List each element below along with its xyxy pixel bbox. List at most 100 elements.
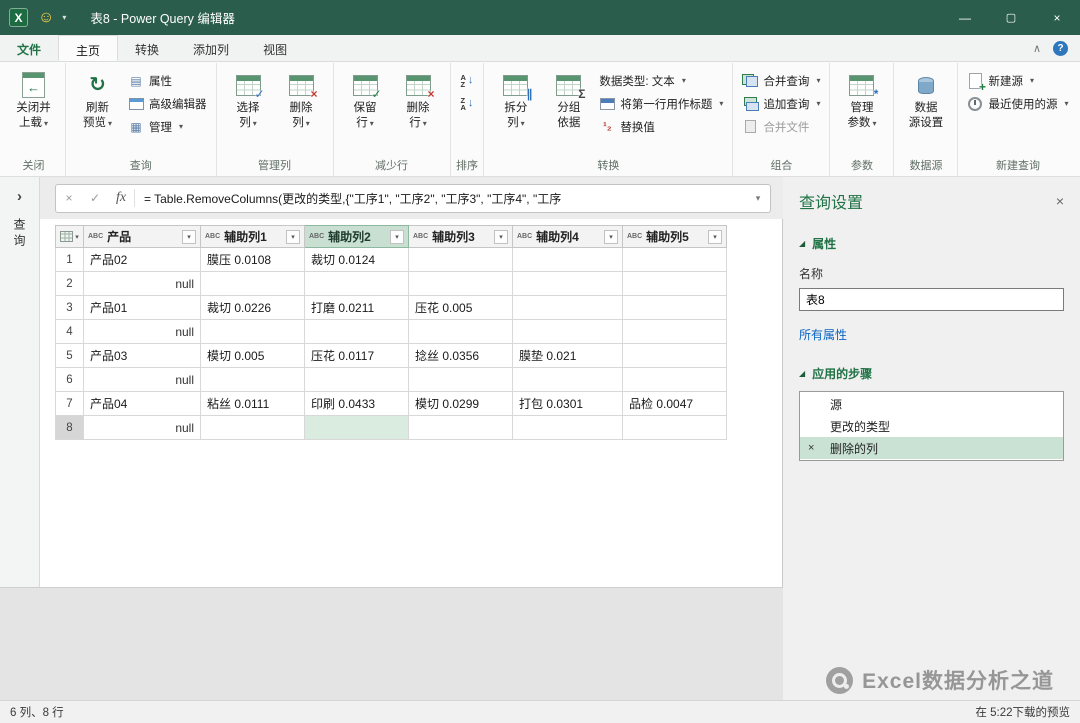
row-number[interactable]: 7 <box>55 391 84 416</box>
select-all-cell[interactable]: ▾ <box>55 225 84 248</box>
grid-cell[interactable]: 产品02 <box>83 247 201 272</box>
manage-button[interactable]: ▦ 管理 ▾ <box>124 117 211 136</box>
replace-values-button[interactable]: ¹₂ 替换值 <box>595 117 727 136</box>
grid-cell[interactable]: 打包 0.0301 <box>512 391 623 416</box>
column-header-3[interactable]: ABC 辅助列2 ▾ <box>304 225 409 248</box>
grid-cell[interactable]: 膜垫 0.021 <box>512 343 623 368</box>
use-first-row-as-headers-button[interactable]: 将第一行用作标题 ▾ <box>595 94 727 113</box>
column-header-5[interactable]: ABC 辅助列4 ▾ <box>512 225 623 248</box>
formula-expand-icon[interactable]: ▾ <box>746 193 770 204</box>
grid-cell[interactable] <box>408 247 513 272</box>
query-name-input[interactable] <box>799 288 1064 311</box>
formula-text[interactable]: = Table.RemoveColumns(更改的类型,{"工序1", "工序2… <box>135 190 746 207</box>
filter-icon[interactable]: ▾ <box>604 229 618 244</box>
new-source-button[interactable]: + 新建源 ▾ <box>963 71 1072 94</box>
grid-cell[interactable] <box>200 367 305 392</box>
grid-cell[interactable]: 产品03 <box>83 343 201 368</box>
close-panel-icon[interactable]: × <box>1056 193 1064 209</box>
grid-cell[interactable] <box>512 367 623 392</box>
grid-cell[interactable] <box>304 319 409 344</box>
filter-icon[interactable]: ▾ <box>494 229 508 244</box>
grid-cell[interactable] <box>304 367 409 392</box>
grid-cell[interactable] <box>512 319 623 344</box>
data-source-settings-button[interactable]: 数据 源设置 <box>899 65 952 130</box>
grid-cell[interactable]: null <box>83 415 201 440</box>
keep-rows-button[interactable]: ✓ 保留 行 ▾ <box>339 65 392 131</box>
expand-queries-pane-icon[interactable]: › <box>17 189 22 204</box>
grid-cell[interactable] <box>408 415 513 440</box>
append-queries-button[interactable]: 追加查询 ▾ <box>738 94 824 113</box>
maximize-button[interactable]: ▢ <box>988 0 1034 35</box>
properties-section-header[interactable]: ◢ 属性 <box>799 235 1064 252</box>
grid-cell[interactable] <box>512 247 623 272</box>
formula-confirm-icon[interactable]: ✓ <box>82 191 108 205</box>
row-number[interactable]: 5 <box>55 343 84 368</box>
column-header-4[interactable]: ABC 辅助列3 ▾ <box>408 225 513 248</box>
grid-cell[interactable]: 捻丝 0.0356 <box>408 343 513 368</box>
all-properties-link[interactable]: 所有属性 <box>799 326 1064 343</box>
grid-cell[interactable]: null <box>83 271 201 296</box>
step-removed-columns[interactable]: × 删除的列 <box>800 437 1063 459</box>
close-and-load-button[interactable]: ← 关闭并 上载 ▾ <box>7 65 60 131</box>
group-by-button[interactable]: Σ 分组 依据 <box>542 65 595 130</box>
grid-cell[interactable]: 品检 0.0047 <box>622 391 727 416</box>
column-header-2[interactable]: ABC 辅助列1 ▾ <box>200 225 305 248</box>
tab-home[interactable]: 主页 <box>58 35 119 61</box>
split-column-button[interactable]: ∥ 拆分 列 ▾ <box>489 65 542 131</box>
grid-cell[interactable] <box>622 343 727 368</box>
row-number[interactable]: 1 <box>55 247 84 272</box>
grid-cell[interactable]: 膜压 0.0108 <box>200 247 305 272</box>
grid-cell[interactable] <box>408 271 513 296</box>
grid-cell[interactable]: 压花 0.005 <box>408 295 513 320</box>
row-number[interactable]: 3 <box>55 295 84 320</box>
merge-queries-button[interactable]: 合并查询 ▾ <box>738 71 824 90</box>
grid-cell[interactable] <box>304 415 409 440</box>
grid-cell[interactable]: 粘丝 0.0111 <box>200 391 305 416</box>
filter-icon[interactable]: ▾ <box>708 229 722 244</box>
grid-cell[interactable] <box>408 367 513 392</box>
formula-bar[interactable]: × ✓ fx = Table.RemoveColumns(更改的类型,{"工序1… <box>55 183 771 213</box>
grid-cell[interactable]: 裁切 0.0124 <box>304 247 409 272</box>
grid-cell[interactable] <box>622 271 727 296</box>
grid-cell[interactable] <box>408 319 513 344</box>
applied-steps-section-header[interactable]: ◢ 应用的步骤 <box>799 365 1064 382</box>
collapse-ribbon-icon[interactable]: ∧ <box>1033 42 1041 55</box>
advanced-editor-button[interactable]: 高级编辑器 <box>124 94 211 113</box>
step-changed-type[interactable]: 更改的类型 <box>800 415 1063 437</box>
close-button[interactable]: × <box>1034 0 1080 35</box>
column-header-6[interactable]: ABC 辅助列5 ▾ <box>622 225 727 248</box>
tab-file[interactable]: 文件 <box>0 35 58 61</box>
grid-cell[interactable]: 裁切 0.0226 <box>200 295 305 320</box>
row-number[interactable]: 2 <box>55 271 84 296</box>
grid-cell[interactable] <box>512 295 623 320</box>
quick-access-dropdown-icon[interactable]: ▾ <box>62 13 66 22</box>
row-number[interactable]: 6 <box>55 367 84 392</box>
grid-cell[interactable] <box>200 271 305 296</box>
column-header-1[interactable]: ABC 产品 ▾ <box>83 225 201 248</box>
grid-cell[interactable] <box>622 415 727 440</box>
grid-cell[interactable] <box>200 415 305 440</box>
filter-icon[interactable]: ▾ <box>286 229 300 244</box>
grid-cell[interactable] <box>622 319 727 344</box>
manage-parameters-button[interactable]: * 管理 参数 ▾ <box>835 65 888 131</box>
tab-add-column[interactable]: 添加列 <box>176 35 246 61</box>
step-source[interactable]: 源 <box>800 393 1063 415</box>
filter-icon[interactable]: ▾ <box>182 229 196 244</box>
sort-ascending-button[interactable]: AZ ↓ <box>456 71 479 90</box>
remove-rows-button[interactable]: × 删除 行 ▾ <box>392 65 445 131</box>
grid-cell[interactable] <box>622 247 727 272</box>
grid-cell[interactable]: null <box>83 367 201 392</box>
help-icon[interactable]: ? <box>1053 40 1068 56</box>
sort-descending-button[interactable]: ZA ↓ <box>456 94 479 113</box>
grid-cell[interactable]: null <box>83 319 201 344</box>
grid-cell[interactable] <box>200 319 305 344</box>
grid-cell[interactable] <box>622 367 727 392</box>
delete-step-icon[interactable]: × <box>808 442 814 454</box>
grid-cell[interactable] <box>304 271 409 296</box>
grid-cell[interactable]: 模切 0.005 <box>200 343 305 368</box>
combine-files-button[interactable]: 合并文件 <box>738 117 824 136</box>
grid-cell[interactable]: 模切 0.0299 <box>408 391 513 416</box>
recent-sources-button[interactable]: 最近使用的源 ▾ <box>963 94 1072 113</box>
grid-cell[interactable]: 产品01 <box>83 295 201 320</box>
feedback-smiley-icon[interactable]: ☺ <box>38 9 54 26</box>
